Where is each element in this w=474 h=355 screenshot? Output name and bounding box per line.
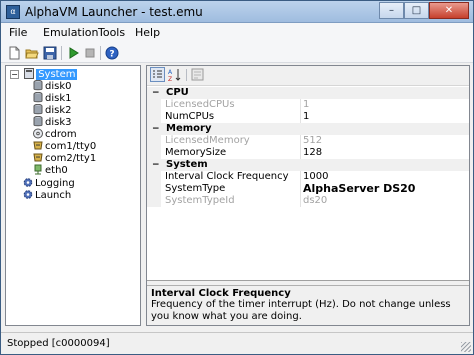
collapse-icon[interactable]: −	[152, 159, 160, 171]
new-file-icon[interactable]	[7, 46, 21, 60]
tree-node-launch[interactable]: Launch	[23, 189, 71, 202]
minimize-button[interactable]: –	[379, 2, 404, 19]
help-description: Frequency of the timer interrupt (Hz). D…	[151, 299, 451, 322]
tree-label: disk1	[45, 93, 72, 104]
app-window: α AlphaVM Launcher - test.emu – □ ✕ File…	[0, 0, 474, 355]
tree-label: cdrom	[45, 129, 77, 140]
gear-icon	[23, 190, 33, 199]
property-value: 512	[303, 135, 323, 146]
window-controls: – □ ✕	[379, 2, 469, 19]
tree-label: com1/tty0	[45, 141, 97, 152]
serial-port-icon	[33, 153, 43, 162]
menu-emulation[interactable]: Emulation	[43, 26, 99, 39]
svg-text:Z: Z	[168, 76, 172, 82]
tree-label: eth0	[45, 165, 68, 176]
property-value[interactable]: AlphaServer DS20	[303, 183, 415, 195]
property-value: ds20	[303, 195, 328, 206]
network-icon	[34, 164, 42, 175]
category-memory[interactable]: − Memory	[147, 123, 469, 135]
open-folder-icon[interactable]	[25, 46, 39, 60]
tree-label: disk2	[45, 105, 72, 116]
close-button[interactable]: ✕	[429, 2, 469, 19]
tree-label: Logging	[35, 178, 75, 189]
gear-icon	[23, 178, 33, 187]
disk-icon	[33, 104, 43, 115]
property-value: 1	[303, 99, 310, 110]
tree-label: com2/tty1	[45, 153, 97, 164]
property-row-memorysize[interactable]: MemorySize 128	[147, 147, 469, 159]
tree-label-system: System	[36, 69, 78, 80]
disk-icon	[33, 92, 43, 103]
property-row-licensedcpus[interactable]: LicensedCPUs 1	[147, 99, 469, 111]
cdrom-icon	[33, 128, 43, 139]
tree-label: Launch	[35, 190, 72, 201]
property-row-numcpus[interactable]: NumCPUs 1	[147, 111, 469, 123]
maximize-button[interactable]: □	[404, 2, 429, 19]
menu-file[interactable]: File	[9, 26, 27, 39]
property-help-panel: Interval Clock Frequency Frequency of th…	[147, 285, 469, 325]
tree-expander[interactable]: −	[10, 70, 19, 79]
collapse-icon[interactable]: −	[152, 123, 160, 135]
collapse-icon[interactable]: −	[152, 87, 160, 99]
property-grid-toolbar: AZ	[147, 66, 469, 84]
tree-node-eth0[interactable]: eth0	[33, 164, 68, 177]
categorized-view-icon[interactable]	[150, 67, 165, 82]
property-pages-icon[interactable]	[190, 67, 205, 82]
disk-icon	[33, 116, 43, 127]
toolbar-separator	[100, 46, 101, 60]
resize-grip[interactable]	[461, 342, 471, 352]
category-cpu[interactable]: − CPU	[147, 87, 469, 99]
tree-label: disk0	[45, 81, 72, 92]
property-grid: AZ − CPU LicensedCPUs 1 NumCPUs 1 − Memory L…	[146, 65, 470, 326]
tree-label: disk3	[45, 117, 72, 128]
menu-bar: File Emulation Tools Help	[1, 23, 473, 43]
title-bar[interactable]: α AlphaVM Launcher - test.emu – □ ✕	[1, 1, 473, 23]
disk-icon	[33, 80, 43, 91]
property-row-licensedmemory[interactable]: LicensedMemory 512	[147, 135, 469, 147]
property-table: − CPU LicensedCPUs 1 NumCPUs 1 − Memory Lice…	[147, 85, 469, 281]
play-icon[interactable]	[66, 46, 80, 60]
property-value[interactable]: 128	[303, 147, 322, 159]
device-tree[interactable]: − System disk0 disk1 disk2 disk3 cdrom c…	[5, 65, 141, 326]
serial-port-icon	[33, 141, 43, 150]
toolbar-separator	[186, 69, 187, 81]
menu-tools[interactable]: Tools	[98, 26, 125, 39]
status-text: Stopped [c0000094]	[7, 338, 110, 349]
window-title: AlphaVM Launcher - test.emu	[25, 5, 203, 19]
property-row-systemtypeid[interactable]: SystemTypeId ds20	[147, 195, 469, 207]
property-row-systemtype[interactable]: SystemType AlphaServer DS20	[147, 183, 469, 195]
toolbar: ?	[1, 43, 473, 63]
help-title: Interval Clock Frequency	[151, 288, 291, 299]
sort-alphabetical-icon[interactable]: AZ	[167, 67, 182, 82]
computer-icon	[24, 68, 35, 79]
help-icon[interactable]: ?	[105, 46, 119, 60]
svg-text:?: ?	[109, 50, 114, 60]
svg-text:A: A	[168, 69, 173, 76]
save-icon[interactable]	[43, 46, 57, 60]
app-icon: α	[6, 5, 20, 19]
menu-help[interactable]: Help	[135, 26, 160, 39]
property-value[interactable]: 1	[303, 111, 309, 123]
stop-icon[interactable]	[83, 46, 97, 60]
status-bar: Stopped [c0000094]	[1, 332, 473, 354]
category-system[interactable]: − System	[147, 159, 469, 171]
toolbar-separator	[61, 46, 62, 60]
